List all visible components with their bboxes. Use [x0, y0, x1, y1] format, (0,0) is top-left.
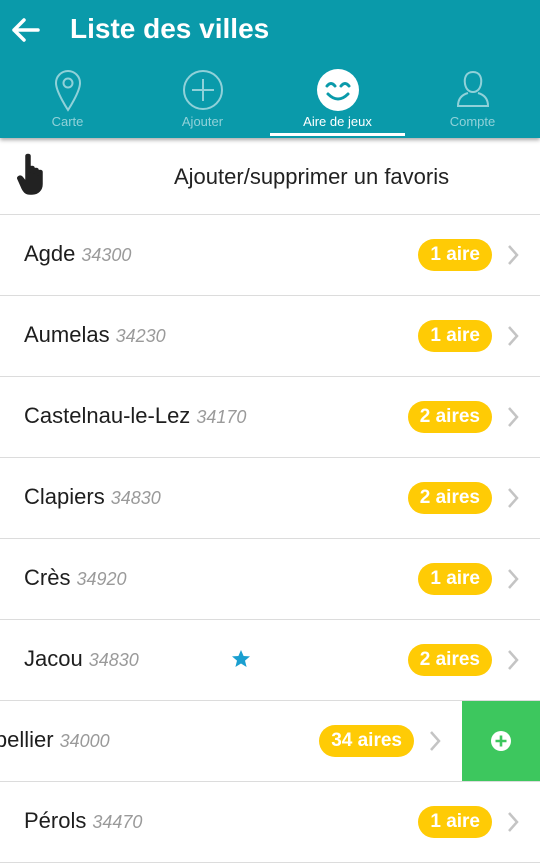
city-name: Aumelas 34230	[24, 322, 166, 347]
city-name: Clapiers 34830	[24, 484, 161, 509]
tab-label: Carte	[51, 114, 84, 129]
playground-count-badge: 1 aire	[418, 320, 492, 352]
city-zip: 34470	[92, 812, 143, 832]
plus-circle-icon	[491, 731, 511, 751]
tab-label: Aire de jeux	[303, 114, 372, 129]
city-row-perols[interactable]: Pérols 34470 1 aire	[0, 782, 540, 863]
chevron-right-icon	[430, 731, 441, 751]
playground-count-badge: 1 aire	[418, 806, 492, 838]
app-bar: Liste des villes Carte Ajouter Aire de j…	[0, 0, 540, 138]
city-zip: 34830	[110, 488, 161, 508]
tab-label: Ajouter	[181, 114, 224, 129]
city-name: Agde 34300	[24, 241, 132, 266]
chevron-right-icon	[508, 488, 519, 508]
user-icon	[456, 70, 489, 107]
playground-count-badge: 2 aires	[407, 482, 492, 514]
city-zip: 34230	[115, 326, 166, 346]
city-name: Crès 34920	[24, 565, 127, 590]
tab-bar: Carte Ajouter Aire de jeux Compte	[0, 62, 540, 138]
tab-carte[interactable]: Carte	[0, 62, 135, 138]
swiped-row-content: Montpellier34000 34 aires	[0, 701, 462, 781]
playground-count-badge: 2 aires	[407, 401, 492, 433]
city-name: Jacou 34830	[24, 646, 139, 671]
city-row-agde[interactable]: Agde 34300 1 aire	[0, 215, 540, 296]
city-name: Castelnau-le-Lez 34170	[24, 403, 247, 428]
city-row-clapiers[interactable]: Clapiers 34830 2 aires	[0, 458, 540, 539]
playground-count-badge: 2 aires	[407, 644, 492, 676]
city-zip: 34000	[59, 731, 110, 751]
arrow-left-icon	[12, 18, 40, 42]
back-button[interactable]	[8, 12, 42, 48]
city-row-montpellier[interactable]: Montpellier34000 34 aires	[0, 701, 540, 782]
playground-count-badge: 1 aire	[418, 563, 492, 595]
chevron-right-icon	[508, 245, 519, 265]
hand-pointer-icon	[17, 153, 43, 195]
page-title: Liste des villes	[70, 13, 270, 44]
city-name: Montpellier34000	[0, 727, 110, 752]
add-remove-favorite-row[interactable]: Ajouter/supprimer un favoris	[0, 138, 540, 215]
tab-label: Compte	[449, 114, 496, 129]
city-name: Pérols 34470	[24, 808, 143, 833]
favorite-label: Ajouter/supprimer un favoris	[174, 164, 450, 189]
city-row-cres[interactable]: Crès 34920 1 aire	[0, 539, 540, 620]
chevron-right-icon	[508, 407, 519, 427]
title-bar: Liste des villes	[0, 0, 540, 62]
city-zip: 34830	[88, 650, 139, 670]
plus-circle-icon	[182, 70, 223, 110]
add-favorite-button[interactable]	[462, 701, 540, 781]
city-zip: 34170	[196, 407, 247, 427]
city-list: Agde 34300 1 aire Aumelas 34230 1 aire Cas…	[0, 215, 540, 863]
chevron-right-icon	[508, 650, 519, 670]
tab-aire-de-jeux[interactable]: Aire de jeux	[270, 62, 405, 138]
active-tab-indicator	[270, 133, 405, 136]
city-row-jacou[interactable]: Jacou 34830 2 aires	[0, 620, 540, 701]
city-zip: 34920	[76, 569, 127, 589]
location-pin-icon	[54, 70, 81, 112]
chevron-right-icon	[508, 812, 519, 832]
city-row-aumelas[interactable]: Aumelas 34230 1 aire	[0, 296, 540, 377]
city-row-castelnau-le-lez[interactable]: Castelnau-le-Lez 34170 2 aires	[0, 377, 540, 458]
tab-ajouter[interactable]: Ajouter	[135, 62, 270, 138]
playground-count-badge: 1 aire	[418, 239, 492, 271]
tab-compte[interactable]: Compte	[405, 62, 540, 138]
smiley-icon	[316, 69, 359, 111]
favorite-star-icon	[232, 650, 250, 667]
playground-count-badge: 34 aires	[319, 725, 414, 757]
chevron-right-icon	[508, 569, 519, 589]
chevron-right-icon	[508, 326, 519, 346]
city-zip: 34300	[81, 245, 132, 265]
